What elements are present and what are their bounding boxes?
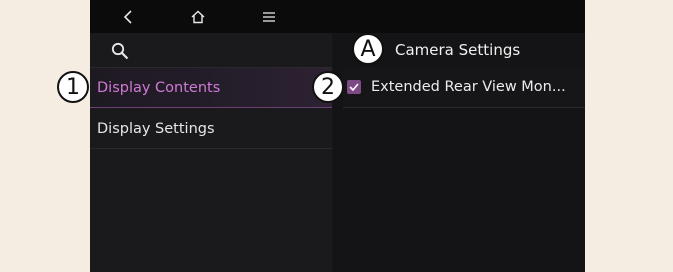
top-navigation-bar [90,0,585,33]
left-menu-panel: Display Contents Display Settings [90,33,332,272]
checkmark-icon [349,83,359,91]
chevron-left-icon [123,9,132,24]
home-button[interactable] [178,0,218,33]
callout-2: 2 [312,71,344,103]
menu-button[interactable] [249,0,289,33]
page-title: Camera Settings [395,41,521,59]
search-button[interactable] [102,37,138,65]
setting-row-extended-rear-view[interactable]: Extended Rear View Mon... [343,67,585,108]
menu-item-display-settings[interactable]: Display Settings [90,109,332,149]
infotainment-screen: Display Contents Display Settings Camera… [90,0,585,272]
home-icon [191,10,205,23]
back-button[interactable] [108,0,148,33]
hamburger-menu-icon [263,11,275,22]
search-row [90,33,332,68]
menu-item-label: Display Settings [97,120,215,137]
callout-a: A [352,33,384,65]
callout-1: 1 [57,71,89,103]
checkbox[interactable] [347,80,361,94]
search-icon [111,42,129,60]
menu-item-display-contents[interactable]: Display Contents [90,68,332,108]
menu-item-label: Display Contents [97,79,221,96]
setting-label: Extended Rear View Mon... [371,79,566,95]
